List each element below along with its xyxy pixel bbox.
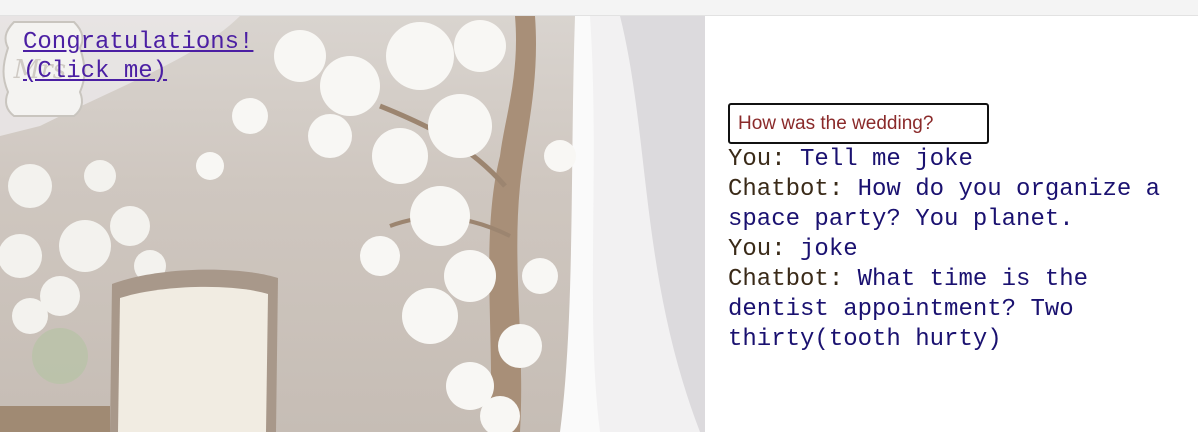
congratulations-link[interactable]: Congratulations! (Click me) <box>23 28 253 86</box>
browser-top-strip <box>0 0 1198 16</box>
chat-message: You: joke <box>728 235 1188 265</box>
message-speaker: Chatbot: <box>728 266 844 293</box>
chat-input[interactable] <box>728 103 989 144</box>
chat-message: Chatbot: What time is the dentist appoin… <box>728 265 1188 355</box>
message-speaker: Chatbot: <box>728 176 844 203</box>
message-text: joke <box>800 236 858 263</box>
wedding-hero-image: Mrs. Congratulations! (Click me) <box>0 16 705 432</box>
message-text: Tell me joke <box>800 146 973 173</box>
message-speaker: You: <box>728 146 786 173</box>
chat-message: You: Tell me joke <box>728 145 1188 175</box>
chat-log: You: Tell me joke Chatbot: How do you or… <box>728 145 1188 355</box>
chat-message: Chatbot: How do you organize a space par… <box>728 175 1188 235</box>
message-speaker: You: <box>728 236 786 263</box>
chatbot-panel: You: Tell me joke Chatbot: How do you or… <box>728 103 1188 355</box>
